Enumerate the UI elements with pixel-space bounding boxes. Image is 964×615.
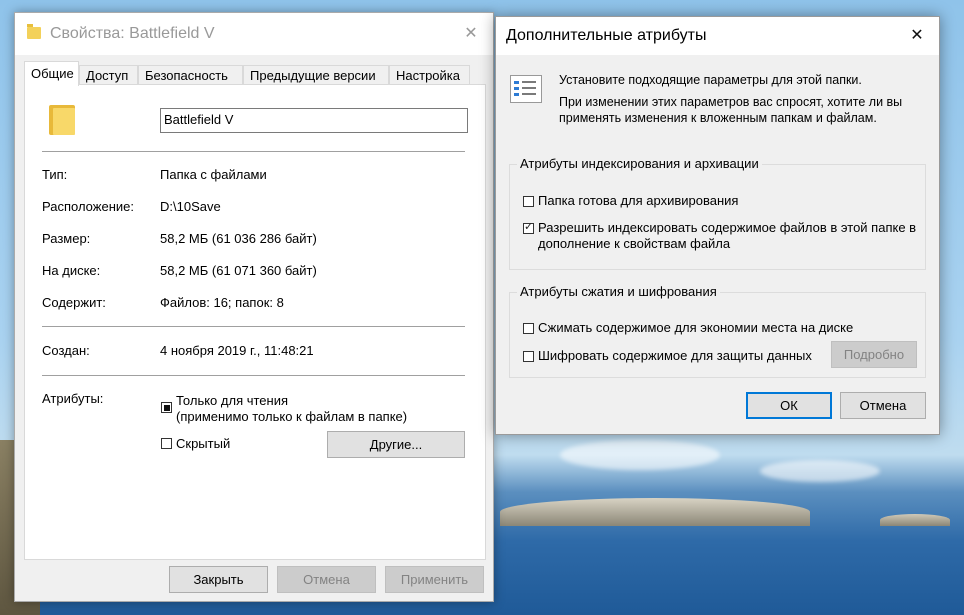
index-label[interactable]: Разрешить индексировать содержимое файло… — [538, 220, 916, 235]
tab-general[interactable]: Общие — [24, 61, 79, 86]
distant-island — [500, 498, 810, 526]
distant-island — [880, 514, 950, 526]
general-tab-panel: Battlefield V Тип: Папка с файлами Распо… — [24, 84, 486, 560]
archive-checkbox[interactable] — [523, 196, 534, 207]
folder-name-field[interactable]: Battlefield V — [160, 108, 468, 133]
advanced-attributes-dialog: Дополнительные атрибуты ✕ Установите под… — [495, 16, 940, 435]
encrypt-label[interactable]: Шифровать содержимое для защиты данных — [538, 348, 812, 363]
details-button[interactable]: Подробно — [831, 341, 917, 368]
cancel-button[interactable]: Отмена — [277, 566, 376, 593]
ok-button[interactable]: ОК — [746, 392, 832, 419]
hidden-checkbox[interactable] — [161, 438, 172, 449]
info-text-line: применять изменения к вложенным папкам и… — [559, 111, 877, 125]
folder-icon — [49, 105, 75, 135]
tab-customize[interactable]: Настройка — [389, 65, 470, 85]
compress-encrypt-group: Атрибуты сжатия и шифрования Сжимать сод… — [509, 284, 926, 378]
location-value: D:\10Save — [160, 199, 221, 214]
titlebar[interactable]: Свойства: Battlefield V ✕ — [15, 13, 493, 55]
dialog-title: Дополнительные атрибуты — [506, 27, 707, 44]
window-title: Свойства: Battlefield V — [50, 25, 215, 42]
info-text-line: Установите подходящие параметры для этой… — [559, 73, 862, 87]
type-value: Папка с файлами — [160, 167, 267, 182]
hidden-label[interactable]: Скрытый — [176, 436, 230, 451]
properties-window: Свойства: Battlefield V ✕ Общие Доступ Б… — [14, 12, 494, 602]
close-icon[interactable]: ✕ — [459, 22, 483, 46]
encrypt-checkbox[interactable] — [523, 351, 534, 362]
info-text-line: При изменении этих параметров вас спрося… — [559, 95, 903, 109]
readonly-label[interactable]: Только для чтения — [176, 393, 288, 408]
contains-value: Файлов: 16; папок: 8 — [160, 295, 284, 310]
size-on-disk-value: 58,2 МБ (61 071 360 байт) — [160, 263, 317, 278]
tab-security[interactable]: Безопасность — [138, 65, 243, 85]
index-archive-group: Атрибуты индексирования и архивации Папк… — [509, 156, 926, 270]
divider — [42, 151, 465, 152]
readonly-note: (применимо только к файлам в папке) — [176, 409, 408, 424]
cloud — [760, 460, 880, 482]
readonly-checkbox[interactable] — [161, 402, 172, 413]
cancel-button[interactable]: Отмена — [840, 392, 926, 419]
close-button[interactable]: Закрыть — [169, 566, 268, 593]
size-label: Размер: — [42, 231, 91, 246]
group-title: Атрибуты индексирования и архивации — [517, 156, 762, 171]
size-on-disk-label: На диске: — [42, 263, 101, 278]
index-checkbox[interactable] — [523, 220, 534, 234]
compress-label[interactable]: Сжимать содержимое для экономии места на… — [538, 320, 853, 335]
titlebar[interactable]: Дополнительные атрибуты ✕ — [496, 17, 939, 55]
close-icon[interactable]: ✕ — [905, 24, 929, 48]
tab-sharing[interactable]: Доступ — [79, 65, 138, 85]
divider — [42, 375, 465, 376]
type-label: Тип: — [42, 167, 68, 182]
archive-label[interactable]: Папка готова для архивирования — [538, 193, 738, 208]
created-label: Создан: — [42, 343, 90, 358]
compress-checkbox[interactable] — [523, 323, 534, 334]
created-value: 4 ноября 2019 г., 11:48:21 — [160, 343, 314, 358]
group-title: Атрибуты сжатия и шифрования — [517, 284, 720, 299]
other-attributes-button[interactable]: Другие... — [327, 431, 465, 458]
tab-previous-versions[interactable]: Предыдущие версии — [243, 65, 389, 85]
contains-label: Содержит: — [42, 295, 106, 310]
apply-button[interactable]: Применить — [385, 566, 484, 593]
attributes-label: Атрибуты: — [42, 391, 104, 406]
location-label: Расположение: — [42, 199, 134, 214]
cloud — [560, 440, 720, 470]
size-value: 58,2 МБ (61 036 286 байт) — [160, 231, 317, 246]
folder-icon — [27, 24, 41, 39]
divider — [42, 326, 465, 327]
attributes-list-icon — [510, 75, 542, 103]
index-label-continued: дополнение к свойствам файла — [538, 236, 731, 251]
